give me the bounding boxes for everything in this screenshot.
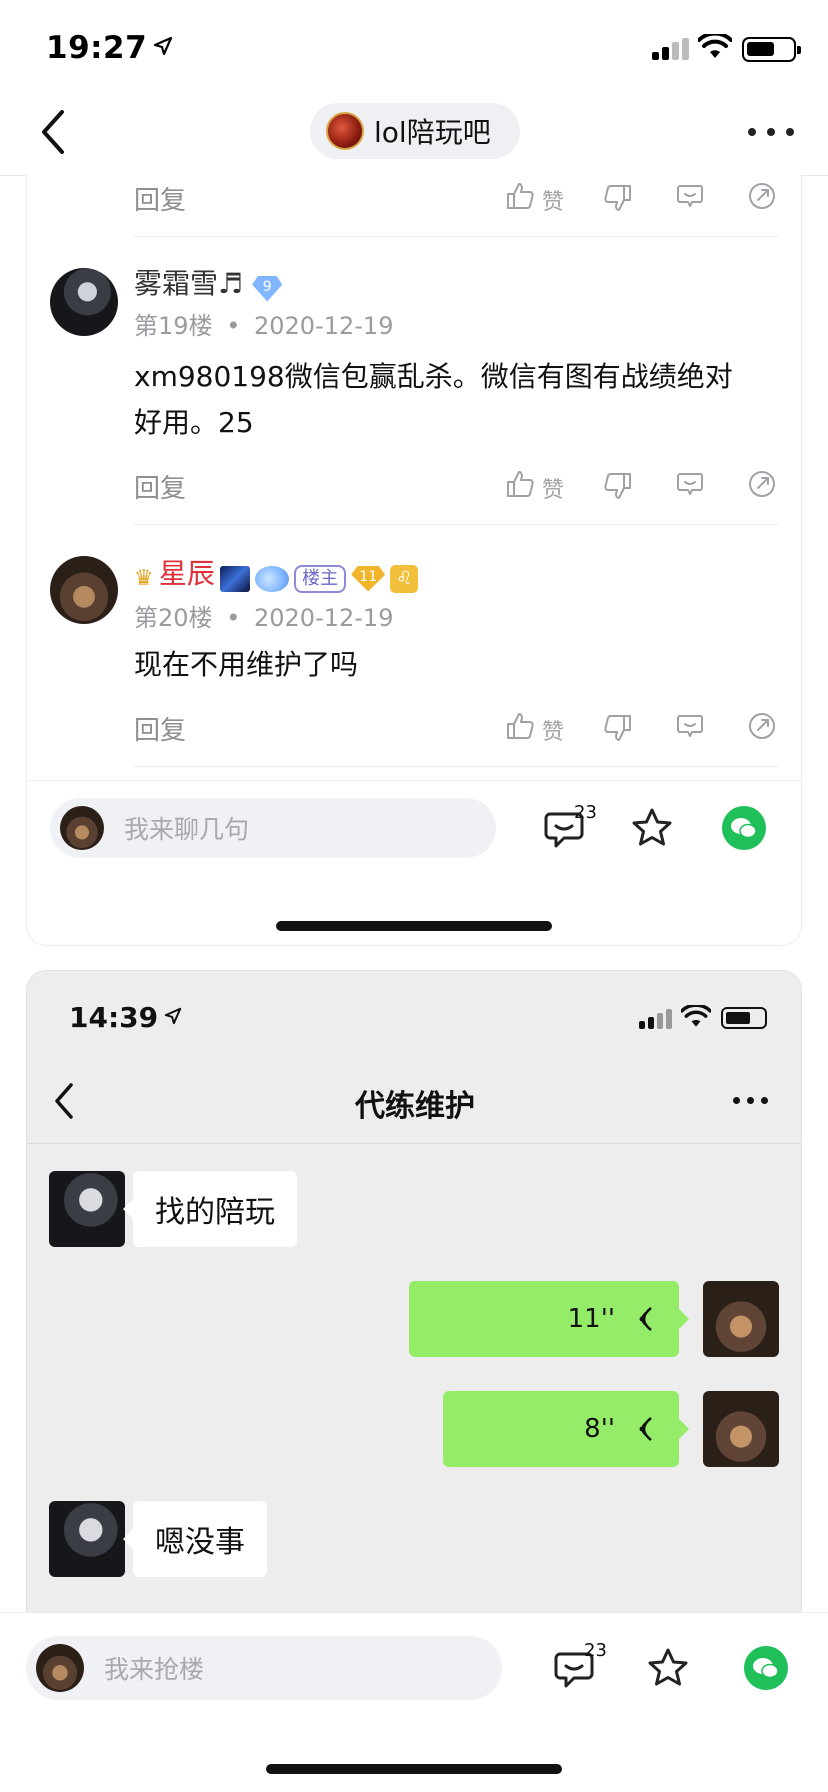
contact-avatar[interactable] (49, 1501, 125, 1577)
voice-wave-icon (639, 1417, 652, 1441)
comment-text: xm980198微信包赢乱杀。微信有图有战绩绝对 好用。25 (134, 354, 733, 446)
wifi-icon (681, 1005, 711, 1027)
comment-line: xm980198微信包赢乱杀。微信有图有战绩绝对 (134, 360, 733, 393)
floor-meta: 第20楼 • 2020-12-19 (134, 598, 393, 633)
row-divider (134, 524, 778, 525)
my-avatar[interactable] (703, 1281, 779, 1357)
share-icon[interactable] (746, 710, 778, 742)
row-divider (134, 766, 778, 767)
smile-reply-icon[interactable] (674, 468, 706, 500)
forum-name: lol陪玩吧 (374, 116, 491, 149)
username[interactable]: 雾霜雪♬ (134, 267, 243, 300)
signal-icon (652, 38, 690, 60)
host-badge: 楼主 (294, 564, 347, 593)
embedded-status-time: 14:39 (69, 1001, 182, 1034)
location-arrow-icon (164, 1007, 182, 1025)
forum-logo (326, 112, 364, 150)
battery-icon (742, 37, 801, 62)
wifi-icon (698, 34, 732, 58)
share-icon[interactable] (746, 180, 778, 212)
comment-header: 雾霜雪♬ 9 (134, 262, 283, 302)
message-bubble[interactable]: 嗯没事 (133, 1501, 267, 1577)
voice-message-bubble[interactable]: 8'' (443, 1391, 679, 1467)
avatar[interactable] (50, 556, 118, 624)
wechat-icon[interactable] (722, 806, 766, 850)
comment-input[interactable]: 我来聊几句 (50, 798, 496, 858)
reply-button[interactable]: 回复 (134, 180, 186, 217)
comment-count: 23 (574, 802, 597, 823)
reply-input[interactable]: 我来抢楼 (26, 1636, 502, 1700)
thumb-up-icon[interactable] (504, 710, 536, 742)
smile-reply-icon[interactable] (674, 710, 706, 742)
bubble-tail (679, 1419, 689, 1439)
battery-icon (721, 1007, 767, 1029)
back-chevron-icon[interactable] (38, 108, 68, 156)
meta-separator: • (226, 312, 241, 340)
input-placeholder: 我来抢楼 (104, 1655, 205, 1684)
comment-header: ♛ 星辰 楼主 11 ♌ (134, 552, 419, 593)
star-icon[interactable] (646, 1646, 690, 1690)
star-icon[interactable] (630, 806, 674, 850)
share-icon[interactable] (746, 468, 778, 500)
galaxy-badge-icon (219, 565, 250, 592)
comment-count: 23 (584, 1640, 607, 1661)
floor-meta: 第19楼 • 2020-12-19 (134, 306, 393, 341)
avatar (36, 1644, 84, 1692)
zan-label: 赞 (542, 190, 565, 215)
home-indicator (276, 921, 552, 931)
zan-label: 赞 (542, 720, 565, 745)
level-badge: 11 (351, 565, 386, 592)
level-badge: 9 (252, 275, 283, 302)
embedded-screenshot: 14:39 代练维护 找的陪玩 11'' 8'' 嗯没事 (26, 970, 802, 1614)
avatar[interactable] (50, 268, 118, 336)
zodiac-badge: ♌ (390, 564, 419, 593)
bubble-tail (679, 1309, 689, 1329)
message-bubble[interactable]: 找的陪玩 (133, 1171, 297, 1247)
wechat-icon[interactable] (744, 1646, 788, 1690)
thumb-down-icon[interactable] (602, 470, 634, 502)
voice-duration: 11'' (567, 1304, 615, 1334)
comment-text: 现在不用维护了吗 (134, 648, 359, 681)
smile-reply-icon[interactable] (674, 180, 706, 212)
chat-title: 代练维护 (355, 1089, 475, 1124)
floor-number: 第19楼 (134, 312, 213, 340)
meta-separator: • (226, 604, 241, 632)
home-indicator (266, 1764, 562, 1774)
zan-label: 赞 (542, 478, 565, 503)
chat-header-divider (27, 1143, 801, 1144)
floor-number: 第20楼 (134, 604, 213, 632)
thumb-down-icon[interactable] (602, 182, 634, 214)
reply-button[interactable]: 回复 (134, 710, 186, 747)
my-avatar[interactable] (703, 1391, 779, 1467)
composer-divider (26, 780, 802, 781)
forum-title-pill[interactable]: lol陪玩吧 (310, 103, 520, 159)
comment-line: 好用。25 (134, 406, 254, 439)
more-dots-icon[interactable] (733, 1097, 769, 1105)
more-dots-icon[interactable] (748, 128, 794, 138)
crown-icon: ♛ (134, 566, 154, 591)
avatar (60, 806, 104, 850)
location-arrow-icon (154, 36, 173, 56)
voice-message-bubble[interactable]: 11'' (409, 1281, 679, 1357)
voice-duration: 8'' (584, 1414, 615, 1444)
signal-icon (639, 1007, 673, 1029)
bubble-tail (123, 1199, 133, 1219)
post-date: 2020-12-19 (253, 312, 394, 340)
cloud-badge-icon (255, 565, 290, 592)
thumb-up-icon[interactable] (504, 180, 536, 212)
bubble-tail (123, 1529, 133, 1549)
thumb-down-icon[interactable] (602, 712, 634, 744)
username[interactable]: 星辰 (159, 557, 215, 590)
reply-button[interactable]: 回复 (134, 468, 186, 505)
row-divider (134, 236, 778, 237)
status-time: 19:27 (46, 30, 173, 66)
thumb-up-icon[interactable] (504, 468, 536, 500)
post-date: 2020-12-19 (253, 604, 394, 632)
voice-wave-icon (639, 1307, 652, 1331)
input-placeholder: 我来聊几句 (124, 815, 250, 844)
contact-avatar[interactable] (49, 1171, 125, 1247)
